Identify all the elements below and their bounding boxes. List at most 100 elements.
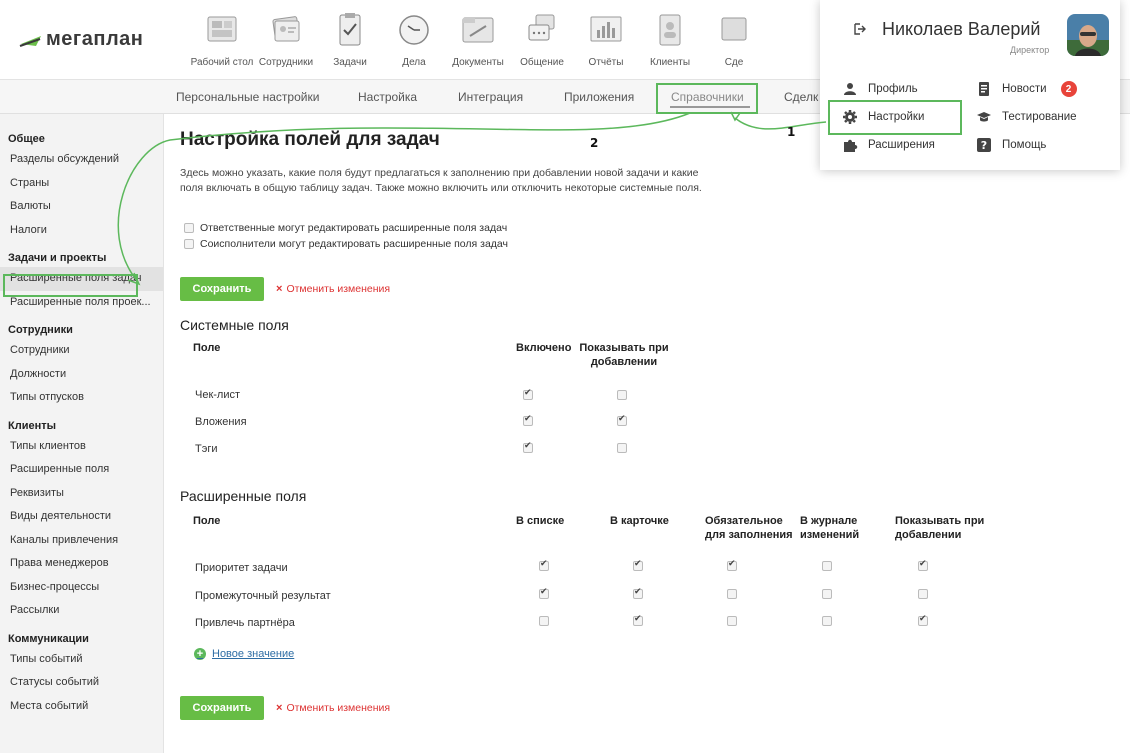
cancel-button-bottom[interactable]: × Отменить изменения [276, 702, 390, 714]
sidebar-item-vacation-types[interactable]: Типы отпусков [0, 386, 163, 410]
checkbox[interactable] [633, 614, 643, 626]
clock-icon [399, 15, 429, 45]
gear-icon [843, 110, 857, 124]
sidebar-group-title: Задачи и проекты [8, 252, 107, 264]
checkbox[interactable] [727, 559, 737, 571]
sidebar-item-discussion-sections[interactable]: Разделы обсуждений [0, 148, 163, 172]
nav-deals[interactable]: Сде [702, 0, 766, 80]
help-icon: ? [977, 138, 991, 152]
option-responsible-edit[interactable]: Ответственные могут редактировать расшир… [184, 222, 507, 234]
checkbox-enabled[interactable] [523, 388, 533, 400]
cancel-button[interactable]: × Отменить изменения [276, 283, 390, 295]
nav-tasks[interactable]: Задачи [318, 0, 382, 80]
system-row-label: Тэги [195, 443, 218, 455]
checkbox[interactable] [184, 223, 194, 233]
option-label: Ответственные могут редактировать расшир… [200, 222, 508, 234]
col-field: Поле [193, 515, 221, 527]
sidebar-item-taxes[interactable]: Налоги [0, 219, 163, 243]
checkbox[interactable] [539, 616, 549, 626]
annotation-step-1: 1 [787, 125, 796, 139]
tab-integration[interactable]: Интеграция [458, 90, 523, 104]
checkbox[interactable] [822, 561, 832, 571]
sidebar-group-title: Общее [8, 133, 45, 145]
checkbox-show[interactable] [617, 443, 627, 453]
tab-applications[interactable]: Приложения [564, 90, 634, 104]
sidebar-item-acquisition-channels[interactable]: Каналы привлечения [0, 529, 163, 553]
nav-affairs[interactable]: Дела [382, 0, 446, 80]
save-button[interactable]: Сохранить [180, 277, 264, 301]
logout-icon[interactable] [853, 22, 867, 36]
checkbox[interactable] [184, 239, 194, 249]
sidebar-item-project-extended-fields[interactable]: Расширенные поля проек... [0, 291, 163, 315]
nav-desktop[interactable]: Рабочий стол [190, 0, 254, 80]
app-root: мегаплан Рабочий стол Сотрудники Задачи … [0, 0, 1130, 753]
menu-label: Профиль [868, 83, 918, 95]
checkbox-show[interactable] [617, 414, 627, 426]
checkbox[interactable] [633, 559, 643, 571]
menu-news[interactable]: Новости 2 [976, 81, 1077, 97]
sidebar-item-requisites[interactable]: Реквизиты [0, 482, 163, 506]
page-description: Здесь можно указать, какие поля будут пр… [180, 167, 702, 194]
option-coexecutors-edit[interactable]: Соисполнители могут редактировать расшир… [184, 238, 508, 250]
menu-profile[interactable]: Профиль [842, 81, 918, 97]
save-button-bottom[interactable]: Сохранить [180, 696, 264, 720]
checkbox[interactable] [822, 589, 832, 599]
sidebar-item-client-extended-fields[interactable]: Расширенные поля [0, 458, 163, 482]
checkbox[interactable] [918, 589, 928, 599]
avatar-photo [1067, 14, 1109, 56]
user-dropdown: Николаев Валерий Директор Профиль Новост… [820, 0, 1120, 170]
sidebar-item-event-types[interactable]: Типы событий [0, 648, 163, 672]
nav-employees[interactable]: Сотрудники [254, 0, 318, 80]
sidebar-item-positions[interactable]: Должности [0, 363, 163, 387]
nav-label: Документы [452, 57, 504, 68]
menu-help[interactable]: ? Помощь [976, 137, 1046, 153]
sidebar-item-event-statuses[interactable]: Статусы событий [0, 671, 163, 695]
user-role: Директор [1010, 45, 1050, 55]
checkbox[interactable] [727, 589, 737, 599]
menu-extensions[interactable]: Расширения [842, 137, 935, 153]
user-icon [844, 83, 856, 95]
checkbox-show[interactable] [617, 390, 627, 400]
sidebar-item-client-types[interactable]: Типы клиентов [0, 435, 163, 459]
nav-label: Задачи [333, 57, 367, 68]
sidebar-item-task-extended-fields[interactable]: Расширенные поля задач [0, 267, 163, 291]
tab-directories[interactable]: Справочники [671, 90, 744, 104]
nav-reports[interactable]: Отчёты [574, 0, 638, 80]
sidebar-item-activity-types[interactable]: Виды деятельности [0, 505, 163, 529]
reports-icon [590, 16, 622, 42]
avatar[interactable] [1067, 14, 1109, 56]
logo[interactable]: мегаплан [18, 28, 143, 51]
tab-deals[interactable]: Сделк [784, 90, 818, 104]
checkbox-enabled[interactable] [523, 441, 533, 453]
checkbox[interactable] [633, 587, 643, 599]
nav-clients[interactable]: Клиенты [638, 0, 702, 80]
tab-personal-settings[interactable]: Персональные настройки [176, 90, 319, 104]
sidebar-item-business-processes[interactable]: Бизнес-процессы [0, 576, 163, 600]
menu-label: Тестирование [1002, 111, 1077, 123]
sidebar-item-countries[interactable]: Страны [0, 172, 163, 196]
tab-settings[interactable]: Настройка [358, 90, 417, 104]
checkbox[interactable] [539, 587, 549, 599]
employees-icon [272, 16, 300, 42]
checkbox[interactable] [918, 559, 928, 571]
menu-settings[interactable]: Настройки [842, 109, 924, 125]
sidebar-item-employees[interactable]: Сотрудники [0, 339, 163, 363]
checkbox[interactable] [822, 616, 832, 626]
nav-documents[interactable]: Документы [446, 0, 510, 80]
checkbox[interactable] [727, 616, 737, 626]
col-show-on-add: Показывать при добавлении [579, 342, 669, 368]
sidebar-item-event-places[interactable]: Места событий [0, 695, 163, 719]
checkbox-enabled[interactable] [523, 414, 533, 426]
cancel-label: Отменить изменения [286, 283, 391, 295]
sidebar-item-currencies[interactable]: Валюты [0, 195, 163, 219]
menu-testing[interactable]: Тестирование [976, 109, 1077, 125]
checkbox[interactable] [918, 614, 928, 626]
sidebar-item-mailings[interactable]: Рассылки [0, 599, 163, 623]
checkbox[interactable] [539, 559, 549, 571]
col-required: Обязательное для заполнения [705, 515, 793, 541]
add-new-value-label: Новое значение [212, 648, 295, 660]
sidebar-item-manager-rights[interactable]: Права менеджеров [0, 552, 163, 576]
add-new-value-link[interactable]: + Новое значение [194, 648, 294, 660]
nav-chat[interactable]: Общение [510, 0, 574, 80]
user-name[interactable]: Николаев Валерий [882, 19, 1040, 40]
